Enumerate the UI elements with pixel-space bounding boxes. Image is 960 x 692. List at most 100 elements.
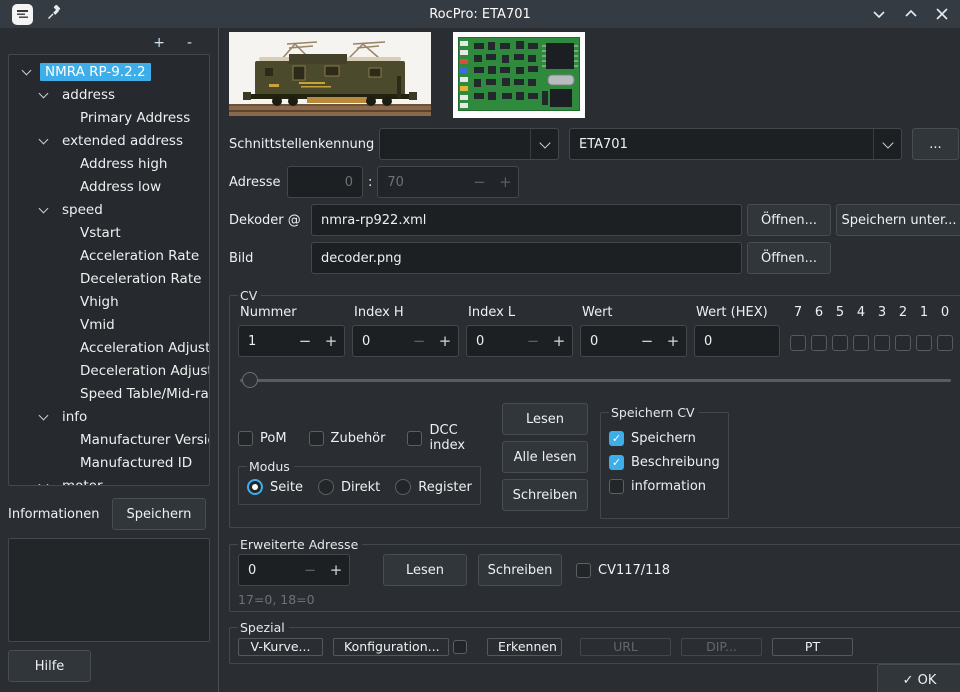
dekoder-oeffnen-button[interactable]: Öffnen... [747,204,831,236]
tree-item-info[interactable]: info [9,405,209,428]
tree-item-speed[interactable]: speed [9,198,209,221]
dcc-index-checkbox[interactable]: DCC index [407,423,492,453]
increment-button[interactable]: + [546,332,572,350]
tree-item-label: info [57,408,92,426]
maximize-icon[interactable] [904,9,918,19]
bit-3-checkbox[interactable] [874,335,890,351]
dekoder-field[interactable]: nmra-rp922.xml [311,204,742,236]
tree-item-label: Address high [75,155,173,173]
modus-seite-radio[interactable]: Seite [247,479,303,495]
radio-circle [395,479,411,495]
spinner-value: 0 [467,334,520,349]
tree-item-manufacturer-version[interactable]: Manufacturer Version [9,428,209,451]
bit-2-checkbox[interactable] [895,335,911,351]
interface-combobox[interactable] [379,128,559,160]
cv-tree[interactable]: NMRA RP-9.2.2 address Primary Address ex… [8,54,210,486]
tree-item-manufactured-id[interactable]: Manufactured ID [9,451,209,474]
tree-expand-button[interactable]: + [153,36,165,50]
erkennen-button[interactable]: Erkennen [487,638,562,656]
minimize-icon[interactable] [872,9,886,19]
increment-button[interactable]: + [323,561,349,579]
tree-item-deceleration-rate[interactable]: Deceleration Rate [9,267,209,290]
cv-wert-spinner[interactable]: 0 − + [580,325,687,357]
decrement-button[interactable]: − [297,561,323,579]
increment-button[interactable]: + [660,332,686,350]
more-button[interactable]: ... [912,128,959,160]
tree-item-acceleration-rate[interactable]: Acceleration Rate [9,244,209,267]
cv117-118-checkbox[interactable]: CV117/118 [576,563,670,578]
tree-item-vhigh[interactable]: Vhigh [9,290,209,313]
decrement-button[interactable]: − [406,332,432,350]
adresse-label: Adresse [229,175,287,190]
cv-value-slider[interactable] [240,372,951,389]
tree-item-motor[interactable]: motor [9,474,209,486]
konfiguration-button[interactable]: Konfiguration... [333,638,449,656]
cv-lesen-button[interactable]: Lesen [502,403,588,435]
tree-item-address[interactable]: address [9,83,209,106]
decoder-image [453,32,585,118]
bild-field[interactable]: decoder.png [311,242,742,274]
url-button: URL [580,638,671,656]
close-icon[interactable] [936,8,948,20]
tree-item-address-low[interactable]: Address low [9,175,209,198]
speichern-info-button[interactable]: Speichern [112,498,207,530]
tree-item-extended-address[interactable]: extended address [9,129,209,152]
bit-1-checkbox[interactable] [916,335,932,351]
tree-item-label: NMRA RP-9.2.2 [40,63,151,81]
cv-alle-lesen-button[interactable]: Alle lesen [502,441,588,473]
erweiterte-adresse-spinner[interactable]: 0 − + [238,554,350,586]
hilfe-button[interactable]: Hilfe [8,650,91,682]
modus-direkt-radio[interactable]: Direkt [318,479,380,495]
v-kurve-button[interactable]: V-Kurve... [238,638,323,656]
tree-item-acceleration-adjustment[interactable]: Acceleration Adjustment [9,336,209,359]
cv-index-h-spinner[interactable]: 0 − + [352,325,459,357]
decoder-select-combobox[interactable]: ETA701 [569,128,902,160]
decrement-button[interactable]: − [634,332,660,350]
bild-oeffnen-button[interactable]: Öffnen... [747,242,831,274]
tree-item-speed-table[interactable]: Speed Table/Mid-range [9,382,209,405]
tree-item-vstart[interactable]: Vstart [9,221,209,244]
information-checkbox[interactable]: information [609,479,720,494]
tree-item-address-high[interactable]: Address high [9,152,209,175]
increment-button[interactable]: + [318,332,344,350]
schnittstellen-label: Schnittstellenkennung [229,137,379,152]
tree-item-label: Address low [75,178,166,196]
cv-schreiben-button[interactable]: Schreiben [502,479,588,511]
erw-schreiben-button[interactable]: Schreiben [478,554,562,586]
speichern-unter-button[interactable]: Speichern unter... [836,204,960,236]
radio-circle [247,479,263,495]
tree-collapse-button[interactable]: - [187,36,192,50]
ok-button[interactable]: ✓ OK [877,664,960,692]
tree-item-primary-address[interactable]: Primary Address [9,106,209,129]
pt-button[interactable]: PT [772,638,853,656]
informationen-textarea[interactable] [8,538,210,642]
bit-7-checkbox[interactable] [790,335,806,351]
cv-nummer-spinner[interactable]: 1 − + [238,325,345,357]
slider-track [240,379,951,382]
spinner-value: 70 [378,175,466,190]
pin-icon[interactable] [47,5,62,24]
bit-0-checkbox[interactable] [937,335,953,351]
bit-6-checkbox[interactable] [811,335,827,351]
increment-button[interactable]: + [432,332,458,350]
slider-handle[interactable] [242,372,258,388]
konfiguration-checkbox[interactable] [453,640,467,654]
erw-lesen-button[interactable]: Lesen [383,554,467,586]
decrement-button[interactable]: − [520,332,546,350]
speichern-checkbox[interactable]: ✓ Speichern [609,431,720,446]
zubehoer-checkbox[interactable]: Zubehör [309,431,386,446]
pom-checkbox[interactable]: PoM [238,431,287,446]
decrement-button[interactable]: − [292,332,318,350]
chevron-down-icon [39,203,49,213]
bit-5-checkbox[interactable] [832,335,848,351]
locomotive-image [229,32,431,118]
cv-wert-hex-field[interactable]: 0 [694,325,780,357]
bit-4-checkbox[interactable] [853,335,869,351]
tree-item-deceleration-adjustment[interactable]: Deceleration Adjustment [9,359,209,382]
tree-item-vmid[interactable]: Vmid [9,313,209,336]
modus-register-radio[interactable]: Register [395,479,472,495]
cv-index-l-spinner[interactable]: 0 − + [466,325,573,357]
chevron-down-icon [22,65,32,75]
beschreibung-checkbox[interactable]: ✓ Beschreibung [609,455,720,470]
tree-item-nmra-rp922[interactable]: NMRA RP-9.2.2 [9,60,209,83]
